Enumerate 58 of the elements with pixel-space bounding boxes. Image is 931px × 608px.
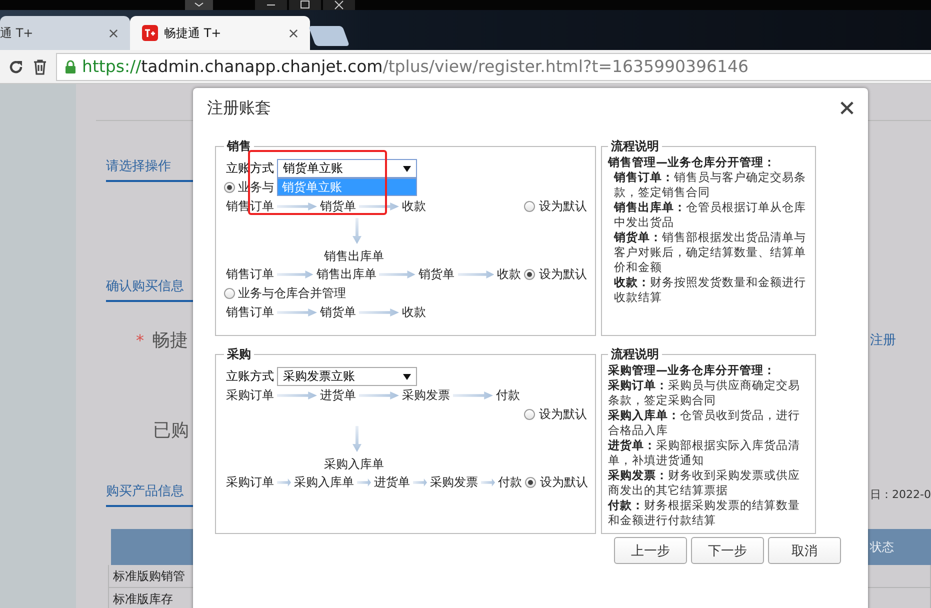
panel-title: 流程说明: [610, 346, 660, 363]
radio-label: 业务与仓库合并管理: [238, 285, 346, 302]
flow-step: 销售出库单: [316, 266, 376, 283]
flow-step: 收款: [402, 304, 426, 321]
notes-paragraph: 进货单：采购部根据实际入库货品清单，补填进货通知: [608, 438, 801, 468]
panel-title: 采购: [226, 347, 252, 363]
browser-tab[interactable]: 通 T+: [0, 16, 130, 50]
notes-paragraph: 收款：财务按照发货数量和金额进行收款结算: [613, 275, 807, 305]
flow-step: 采购入库单: [324, 456, 384, 473]
required-mark: *: [136, 330, 144, 350]
column-header: 状态: [870, 538, 896, 556]
table-cell: 标准版库存: [113, 590, 174, 608]
radio-label: 设为默认: [539, 406, 587, 423]
notes-heading: 销售管理—业务仓库分开管理：: [608, 155, 776, 170]
radio-label: 设为默认: [539, 198, 587, 215]
flow-step: 进货单: [374, 474, 410, 491]
field-label: 立账方式: [226, 368, 274, 385]
table-cell: 标准版购销管: [113, 568, 186, 584]
notes-paragraph: 销售订单：销售员与客户确定交易条款，签定销售合同: [612, 170, 807, 200]
flow-step: 采购发票: [430, 474, 478, 491]
field-label: 已购: [153, 420, 190, 441]
method-dropdown[interactable]: 采购发票立账: [277, 367, 417, 386]
register-link[interactable]: 注册: [870, 331, 896, 349]
flow-step: 收款: [496, 266, 521, 283]
field-label: 畅捷: [152, 329, 188, 352]
flow-step: 采购订单: [226, 474, 274, 491]
flow-step: 销货单: [418, 266, 455, 283]
panel-title: 销售: [226, 139, 252, 155]
notes-paragraph: 付款：财务根据采购发票的结算数量和金额进行付款结算: [608, 498, 801, 528]
radio-label: 设为默认: [539, 266, 587, 283]
flow-step: 销售订单: [226, 304, 274, 321]
flow-step: 销货单: [320, 198, 356, 215]
flow-step: 进货单: [320, 387, 356, 404]
radio-label: 设为默认: [540, 474, 588, 491]
flow-step: 采购发票: [402, 387, 450, 404]
date-text: 日：2022-0: [870, 487, 931, 502]
flow-step: 销货单: [320, 304, 356, 321]
flow-step: 付款: [498, 474, 522, 491]
notes-paragraph: 采购发票：财务收到采购发票或供应商发出的其它结算票据: [608, 468, 801, 498]
dialog-button[interactable]: 上一步: [614, 537, 687, 564]
flow-step: 销售订单: [226, 266, 274, 283]
method-dropdown[interactable]: 销货单立账: [277, 159, 417, 178]
dialog-button[interactable]: 下一步: [691, 537, 764, 564]
flow-step: 采购入库单: [294, 474, 354, 491]
notes-paragraph: 销货单：销售部根据发出货品清单与客户对账后，确定结算数量、结算单价和金额: [612, 230, 807, 275]
notes-paragraph: 采购入库单：仓管员收到货品，进行合格品入库: [608, 408, 801, 438]
dialog-title: 注册账套: [207, 98, 271, 118]
browser-tab[interactable]: 畅捷通 T+: [130, 16, 310, 50]
flow-step: 付款: [496, 387, 520, 404]
notes-heading: 采购管理—业务仓库分开管理：: [608, 363, 776, 378]
notes-paragraph: 采购订单：采购员与供应商确定交易条款，签定采购合同: [608, 378, 801, 408]
flow-step: 收款: [402, 198, 426, 215]
panel-title: 流程说明: [610, 138, 660, 155]
notes-paragraph: 销售出库单：仓管员根据订单从仓库中发出货品: [612, 200, 807, 230]
flow-step: 销售出库单: [324, 248, 384, 265]
address-field[interactable]: https://tadmin.chanapp.chanjet.com/tplus/view/register.html?t=1635990396146: [56, 52, 931, 80]
flow-step: 采购订单: [226, 387, 274, 404]
dialog-button[interactable]: 取消: [768, 537, 841, 564]
